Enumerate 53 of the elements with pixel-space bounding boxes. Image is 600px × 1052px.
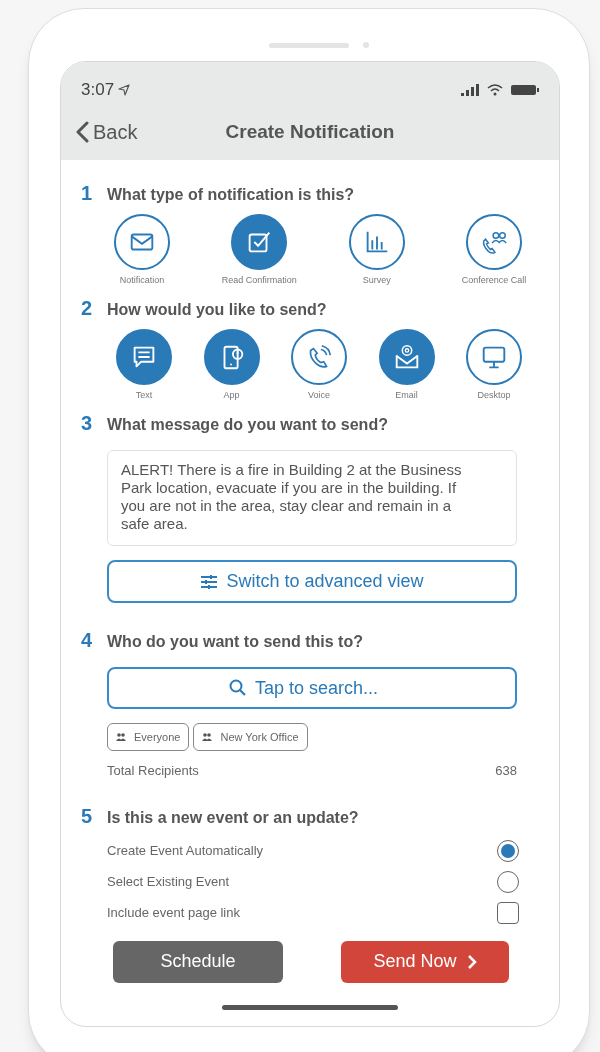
option-button[interactable] [466, 214, 522, 270]
option-label: Desktop [477, 390, 511, 400]
screen-title: Create Notification [225, 120, 395, 142]
signal-icon [461, 84, 479, 96]
option-label: Notification [119, 275, 165, 285]
wifi-icon [487, 84, 503, 96]
option-label: Email [395, 390, 418, 400]
battery-icon [511, 84, 539, 96]
total-recipients-label: Total Recipients [107, 762, 199, 780]
schedule-button[interactable]: Schedule [113, 940, 283, 983]
option-label: Select Existing Event [107, 872, 230, 891]
location-arrow-icon [118, 84, 131, 96]
option-button[interactable] [114, 214, 170, 270]
checkbox[interactable] [497, 901, 519, 924]
advanced-view-button[interactable]: Switch to advanced view [107, 560, 517, 603]
option-button[interactable] [466, 329, 522, 385]
option-label: Survey [362, 275, 391, 285]
radio-button[interactable] [497, 870, 519, 893]
option-label: Conference Call [461, 275, 527, 285]
step-number: 3 [81, 411, 94, 436]
radio-button[interactable] [497, 839, 519, 862]
option-label: Create Event Automatically [107, 841, 264, 860]
sliders-icon [200, 573, 219, 590]
section-question: How would you like to send? [107, 300, 327, 320]
search-field[interactable]: Tap to search... [107, 667, 517, 709]
total-recipients-count: 638 [495, 762, 517, 780]
step-number: 4 [81, 628, 94, 653]
chevron-right-icon [466, 953, 477, 970]
recipient-chip[interactable]: Everyone [107, 723, 190, 751]
search-icon [229, 679, 247, 697]
chevron-left-icon [75, 121, 89, 143]
option-label: Read Confirmation [221, 275, 297, 285]
send-now-button[interactable]: Send Now [341, 940, 509, 983]
section-question: What message do you want to send? [107, 415, 388, 435]
option-button[interactable] [231, 214, 288, 270]
option-label: Text [135, 390, 153, 400]
option-button[interactable] [116, 329, 172, 385]
back-button[interactable]: Back [75, 117, 138, 147]
step-number: 5 [81, 803, 94, 829]
group-icon [202, 733, 213, 741]
option-label: Include event page link [107, 903, 240, 922]
group-icon [116, 733, 126, 741]
option-label: Voice [308, 390, 330, 400]
step-number: 1 [81, 181, 94, 206]
section-question: What type of notification is this? [107, 185, 355, 205]
option-button[interactable] [291, 329, 347, 385]
message-field[interactable]: ALERT! There is a fire in Building 2 at the Business Park location, evacuate if you are in the building. If you are not in the area, stay clear and remain in a safe area. [107, 450, 517, 546]
option-label: App [223, 390, 240, 400]
section-question: Is this a new event or an update? [107, 807, 359, 828]
recipient-chip[interactable]: New York Office [193, 723, 308, 751]
section-question: Who do you want to send this to? [107, 632, 363, 652]
status-time: 3:07 [81, 79, 115, 102]
step-number: 2 [81, 296, 94, 321]
